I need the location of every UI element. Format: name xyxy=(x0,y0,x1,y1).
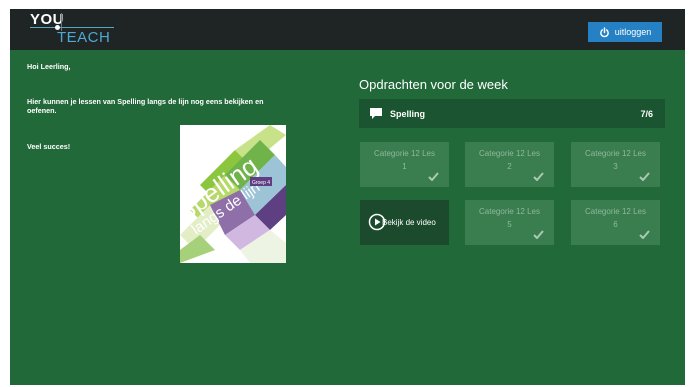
tile-category: Categorie 12 Les xyxy=(374,149,435,158)
lesson-tile-5[interactable]: Categorie 12 Les 5 xyxy=(465,200,554,245)
lesson-tile-2[interactable]: Categorie 12 Les 2 xyxy=(465,142,554,187)
tile-category: Categorie 12 Les xyxy=(479,149,540,158)
good-luck-text: Veel succes! xyxy=(27,142,71,151)
logout-label: uitloggen xyxy=(614,27,652,37)
tile-number: 3 xyxy=(613,162,618,171)
greeting-text: Hoi Leerling, xyxy=(27,62,71,71)
subject-name: Spelling xyxy=(390,109,426,119)
check-icon xyxy=(428,172,439,181)
check-icon xyxy=(533,230,544,239)
subject-score: 7/6 xyxy=(640,109,653,119)
lesson-tile-3[interactable]: Categorie 12 Les 3 xyxy=(571,142,660,187)
book-cover-art: Spelling langs de lijn Groep 4 xyxy=(180,125,286,263)
subject-bar[interactable]: Spelling 7/6 xyxy=(359,99,665,128)
tile-number: 2 xyxy=(507,162,512,171)
lesson-tile-6[interactable]: Categorie 12 Les 6 xyxy=(571,200,660,245)
tile-category: Categorie 12 Les xyxy=(585,207,646,216)
tile-category: Categorie 12 Les xyxy=(585,149,646,158)
app-frame: YOU TEACH uitloggen Hoi Leerling, Hier k… xyxy=(10,9,685,385)
logo-underline xyxy=(30,27,114,28)
watch-video-label: Bekijk de video xyxy=(382,218,436,227)
intro-description: Hier kunnen je lessen van Spelling langs… xyxy=(27,97,264,115)
tile-number: 6 xyxy=(613,220,618,229)
check-icon xyxy=(639,172,650,181)
chat-bubble-icon xyxy=(370,108,382,119)
book-grade: Groep 4 xyxy=(252,180,270,186)
tile-number: 5 xyxy=(507,220,512,229)
watch-video-button[interactable]: Bekijk de video xyxy=(360,200,449,245)
book-cover: Spelling langs de lijn Groep 4 xyxy=(180,125,286,263)
tile-category: Categorie 12 Les xyxy=(479,207,540,216)
check-icon xyxy=(639,230,650,239)
top-bar: YOU TEACH uitloggen xyxy=(10,9,685,50)
lesson-tile-1[interactable]: Categorie 12 Les 1 xyxy=(360,142,449,187)
you-teach-logo: YOU TEACH xyxy=(24,9,134,50)
week-title: Opdrachten voor de week xyxy=(359,77,508,92)
check-icon xyxy=(533,172,544,181)
logo-bottom-text: TEACH xyxy=(57,29,111,46)
tile-number: 1 xyxy=(402,162,407,171)
logout-button[interactable]: uitloggen xyxy=(588,22,662,42)
power-icon xyxy=(599,26,609,37)
